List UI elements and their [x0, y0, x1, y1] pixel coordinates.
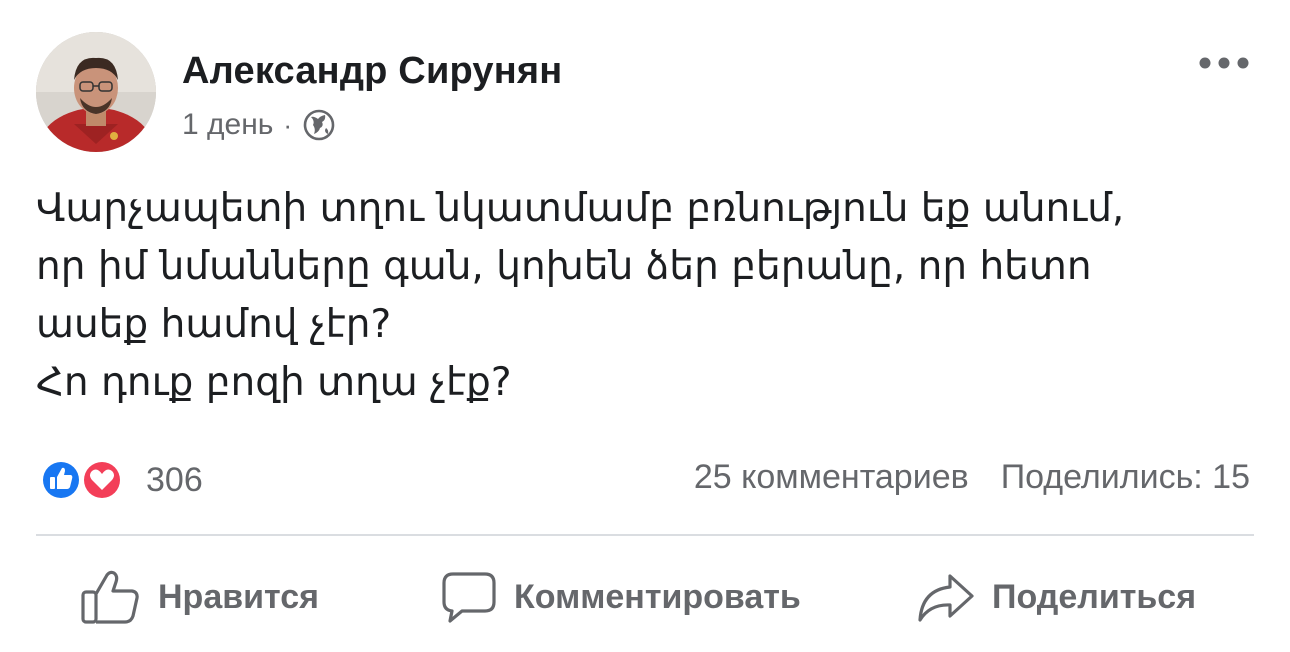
globe-icon[interactable] [302, 108, 336, 142]
post-text-line: Հո դուք բոզի տղա չէք? [36, 360, 512, 405]
comment-button[interactable]: Комментировать [440, 562, 801, 632]
comment-label: Комментировать [514, 577, 801, 616]
reactions-summary[interactable]: 306 [36, 455, 203, 505]
share-arrow-icon [918, 574, 974, 622]
comment-icon [442, 572, 496, 623]
post-meta: 1 день · [182, 108, 336, 142]
meta-separator: · [283, 109, 293, 140]
post-text-line: ասեք համով չէր? [36, 302, 392, 347]
post-text-line: Վարչապետի տղու նկատմամբ բռնություն եք ան… [36, 186, 1125, 231]
post-stats: 25 комментариев Поделились: 15 [694, 458, 1250, 497]
like-button[interactable]: Нравится [80, 562, 319, 632]
love-reaction-icon [81, 459, 123, 501]
divider [36, 534, 1254, 536]
like-reaction-icon [40, 459, 82, 501]
reaction-count: 306 [146, 460, 203, 499]
post-timestamp[interactable]: 1 день [182, 108, 273, 142]
thumbs-up-icon [81, 570, 139, 624]
share-button[interactable]: Поделиться [916, 562, 1196, 632]
shares-count-link[interactable]: Поделились: 15 [1001, 458, 1250, 497]
reaction-icons [36, 455, 136, 505]
facebook-post: Александр Сирунян 1 день · Վարչապետի տղո… [0, 0, 1290, 652]
more-options-icon[interactable] [1196, 48, 1252, 78]
share-label: Поделиться [992, 577, 1197, 616]
like-label: Нравится [158, 577, 319, 616]
author-name[interactable]: Александр Сирунян [182, 50, 562, 93]
author-avatar[interactable] [36, 32, 156, 152]
avatar-photo [36, 32, 156, 152]
comments-count-link[interactable]: 25 комментариев [694, 458, 969, 497]
post-text-line: որ իմ նմանները գան, կոխեն ձեր բերանը, որ… [36, 244, 1092, 289]
post-text: Վարչապետի տղու նկատմամբ բռնություն եք ան… [36, 180, 1256, 412]
